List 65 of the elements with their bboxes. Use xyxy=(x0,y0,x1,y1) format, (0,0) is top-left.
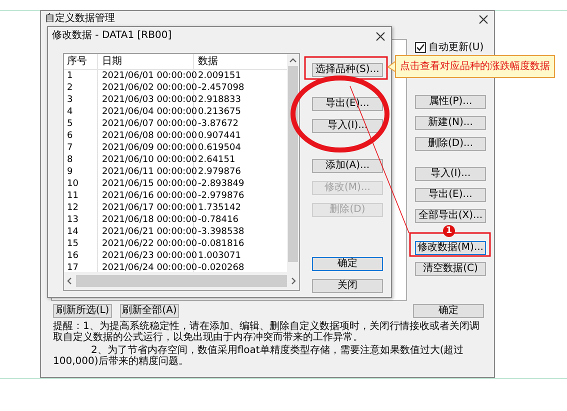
table-cell: 8 xyxy=(64,154,98,166)
dialog-button[interactable]: 全部导出(X)... xyxy=(415,209,486,223)
note-text: 2、为了节省内存空间，数值采用float单精度类型存储，需要注意如果数值过大(超过100,000)后带来的精度问题。 xyxy=(53,345,465,367)
close-icon[interactable] xyxy=(479,14,488,24)
scroll-up-icon[interactable] xyxy=(289,58,297,63)
table-cell: 14 xyxy=(64,226,98,238)
dialog-button[interactable]: 修改数据(M)... xyxy=(415,241,486,255)
table-cell: 2021/06/03 00:00:00 xyxy=(98,94,194,106)
table-cell: 12 xyxy=(64,202,98,214)
table-cell: 1 xyxy=(64,70,98,82)
note-text: 提醒：1、为提高系统稳定性，请在添加、编辑、删除自定义数据项时，关闭行情接收或者关闭调取自定义数据的公式运行，以免出现由于内存冲突而带来的工作异常。 xyxy=(53,321,480,343)
table-cell: 2021/06/11 00:00:00 xyxy=(98,166,194,178)
table-cell: 13 xyxy=(64,214,98,226)
table-cell: 2021/06/17 00:00:00 xyxy=(98,202,194,214)
table-cell: 3 xyxy=(64,94,98,106)
checkbox-label: 自动更新(U) xyxy=(428,40,484,55)
window-title: 修改数据 - DATA1 [RB00] xyxy=(52,31,172,41)
table-cell: 2021/06/04 00:00:00 xyxy=(98,106,194,118)
table-cell: 9 xyxy=(64,166,98,178)
table-cell: 2021/06/18 00:00:00 xyxy=(98,214,194,226)
column-header: 数据 xyxy=(197,55,219,69)
table-cell: 2021/06/16 00:00:00 xyxy=(98,190,194,202)
scroll-left-icon[interactable] xyxy=(67,277,72,285)
close-icon[interactable] xyxy=(376,32,385,40)
table-cell: 5 xyxy=(64,118,98,130)
dialog-button[interactable]: 新建(N)... xyxy=(415,116,486,130)
dialog-button[interactable]: 添加(A)... xyxy=(312,159,383,173)
dialog-button[interactable]: 关闭 xyxy=(312,279,383,293)
scroll-thumb[interactable] xyxy=(76,275,287,287)
dialog-button[interactable]: 删除(D)... xyxy=(415,137,486,151)
table-cell: 2021/06/15 00:00:00 xyxy=(98,178,194,190)
dialog-button[interactable]: 属性(P)... xyxy=(415,95,486,109)
dialog-button[interactable]: 确定 xyxy=(312,257,383,271)
table-cell: 2021/06/10 00:00:00 xyxy=(98,154,194,166)
table-cell: 11 xyxy=(64,190,98,202)
table-cell: 2021/06/09 00:00:00 xyxy=(98,142,194,154)
dialog-button[interactable]: 清空数据(C) xyxy=(415,262,486,276)
dialog-button[interactable]: 导出(E)... xyxy=(415,188,486,202)
table-cell: 2021/06/21 00:00:00 xyxy=(98,226,194,238)
column-header: 日期 xyxy=(98,54,194,69)
table-cell: 2021/06/22 00:00:00 xyxy=(98,238,194,250)
table-cell: 2021/06/08 00:00:00 xyxy=(98,130,194,142)
table-cell: 4 xyxy=(64,106,98,118)
table-cell: 15 xyxy=(64,238,98,250)
table-cell: 2021/06/07 00:00:00 xyxy=(98,118,194,130)
window-title: 自定义数据管理 xyxy=(45,14,115,24)
checkbox[interactable] xyxy=(415,42,426,53)
dialog-button[interactable]: 刷新全部(A) xyxy=(120,304,179,318)
table-cell: 2021/06/23 00:00:00 xyxy=(98,250,194,262)
dialog-button[interactable]: 选择品种(S)... xyxy=(312,63,383,77)
scroll-thumb[interactable] xyxy=(288,66,298,262)
table-cell: 2021/06/01 00:00:00 xyxy=(98,70,194,82)
table-cell: 16 xyxy=(64,250,98,262)
table-cell: 10 xyxy=(64,178,98,190)
ok-button[interactable]: 确定 xyxy=(413,304,484,318)
table-cell: 2 xyxy=(64,82,98,94)
scroll-right-icon[interactable] xyxy=(291,277,296,285)
table-cell: 6 xyxy=(64,130,98,142)
dialog-button[interactable]: 刷新所选(L) xyxy=(53,304,112,318)
scrollbar[interactable] xyxy=(64,272,299,290)
table-cell: 7 xyxy=(64,142,98,154)
scrollbar[interactable] xyxy=(287,54,299,274)
column-header: 序号 xyxy=(64,54,98,69)
table-cell: 2021/06/02 00:00:00 xyxy=(98,82,194,94)
dialog-button[interactable]: 导入(I)... xyxy=(415,167,486,181)
